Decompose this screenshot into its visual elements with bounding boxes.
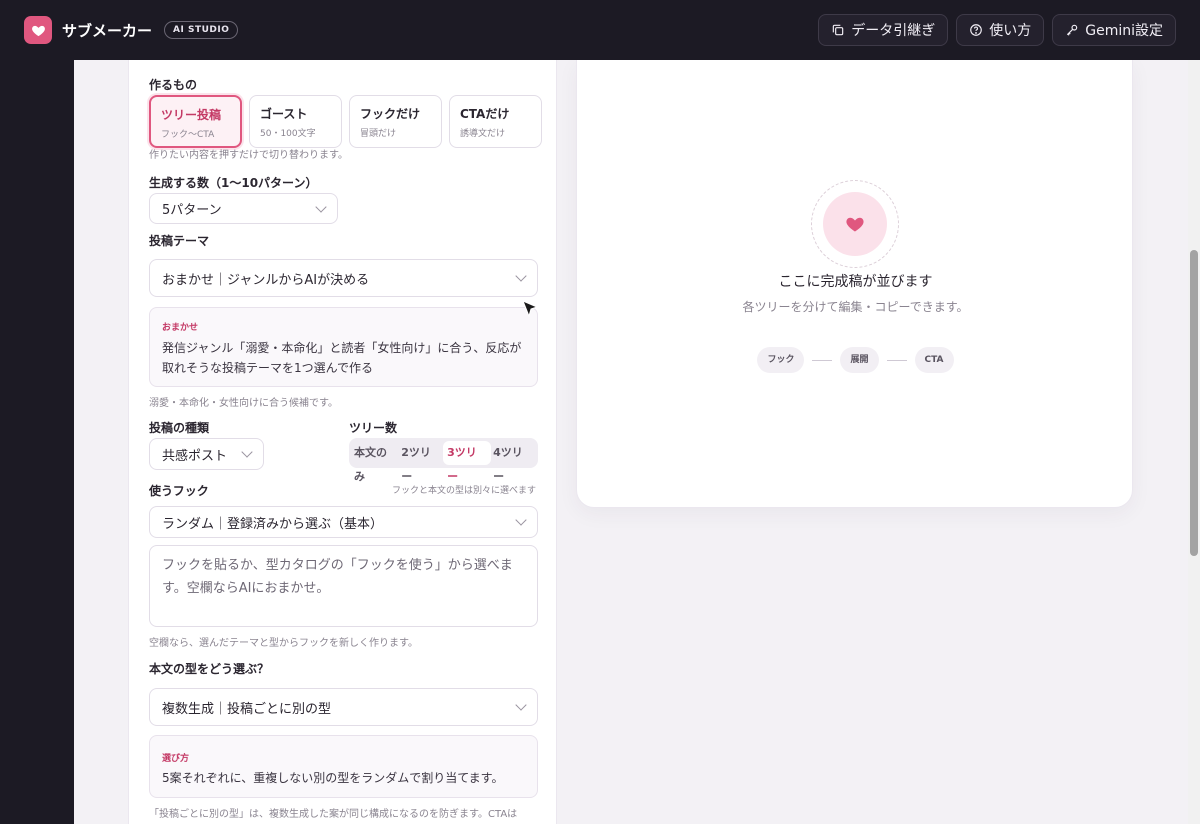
post-type-value: 共感ポスト: [162, 448, 228, 464]
chevron-down-icon: [515, 514, 527, 526]
step-cta: CTA: [914, 347, 954, 373]
step-connector: [886, 359, 907, 361]
scrollbar-thumb[interactable]: [1190, 250, 1198, 556]
count-value: 5パターン: [162, 203, 222, 218]
tree-option-2[interactable]: 2ツリー: [399, 441, 443, 483]
structure-steps: フック 展開 CTA: [577, 347, 1134, 373]
empty-state-subtitle: 各ツリーを分けて編集・コピーできます。: [742, 300, 969, 314]
make-type-selector: ツリー投稿 フック〜CTA ゴースト 50・100文字 フックだけ 冒頭だけ C…: [149, 95, 542, 148]
body-hint: 「投稿ごとに別の型」は、複数生成した案が同じ構成になるのを防ぎます。CTAは: [149, 809, 518, 820]
theme-label: 投稿テーマ: [149, 234, 210, 248]
body-type-select[interactable]: 複数生成｜投稿ごとに別の型: [149, 688, 538, 726]
theme-hint: 溺愛・本命化・女性向けに合う候補です。: [149, 398, 338, 409]
type-title: CTAだけ: [460, 107, 510, 121]
post-type-select[interactable]: 共感ポスト: [149, 438, 264, 470]
step-connector: [812, 359, 833, 361]
copy-icon: [832, 24, 844, 36]
app-name: サブメーカー: [62, 21, 153, 40]
studio-badge: AI STUDIO: [164, 21, 239, 39]
heart-icon: [846, 217, 864, 232]
heart-icon: [31, 25, 45, 36]
result-panel: ここに完成稿が並びます 各ツリーを分けて編集・コピーできます。 フック 展開 C…: [576, 60, 1133, 508]
top-bar: サブメーカー AI STUDIO データ引継ぎ 使い方 Gemini設定: [0, 0, 1200, 60]
empty-state-ring: [811, 180, 899, 268]
type-sub: フック〜CTA: [161, 130, 215, 140]
hook-label: 使うフック: [149, 484, 209, 498]
left-gutter: [0, 60, 74, 824]
hook-textarea[interactable]: フックを貼るか、型カタログの「フックを使う」から選べます。空欄ならAIにおまかせ…: [149, 545, 538, 627]
chevron-down-icon: [515, 699, 527, 711]
theme-info-box: おまかせ 発信ジャンル「溺愛・本命化」と読者「女性向け」に合う、反応が取れそうな…: [149, 307, 538, 387]
theme-info-tag: おまかせ: [162, 323, 199, 333]
tree-count-label: ツリー数: [349, 421, 398, 435]
how-to-button[interactable]: 使い方: [956, 14, 1045, 46]
body-type-info-box: 選び方 5案それぞれに、重複しない別の型をランダムで割り当てます。: [149, 735, 538, 798]
body-info-body: 5案それぞれに、重複しない別の型をランダムで割り当てます。: [162, 771, 504, 785]
type-title: ツリー投稿: [161, 108, 222, 122]
header-actions: データ引継ぎ 使い方 Gemini設定: [818, 14, 1176, 46]
type-tree-post[interactable]: ツリー投稿 フック〜CTA: [149, 95, 242, 148]
how-to-label: 使い方: [989, 23, 1032, 39]
gemini-settings-label: Gemini設定: [1085, 23, 1163, 39]
chevron-down-icon: [241, 446, 253, 458]
tree-option-body-only[interactable]: 本文のみ: [352, 441, 399, 483]
empty-state-title: ここに完成稿が並びます: [778, 274, 933, 290]
post-type-label: 投稿の種類: [149, 421, 210, 435]
chevron-down-icon: [515, 270, 527, 282]
type-hook-only[interactable]: フックだけ 冒頭だけ: [349, 95, 442, 148]
step-hook: フック: [757, 347, 805, 373]
type-title: フックだけ: [360, 107, 421, 121]
hook-select[interactable]: ランダム｜登録済みから選ぶ（基本）: [149, 506, 538, 538]
chevron-down-icon: [315, 200, 327, 213]
type-cta-only[interactable]: CTAだけ 誘導文だけ: [449, 95, 542, 148]
type-sub: 50・100文字: [260, 129, 316, 139]
type-title: ゴースト: [260, 107, 308, 121]
step-develop: 展開: [840, 347, 879, 373]
body-info-tag: 選び方: [162, 754, 190, 764]
page-scrollbar[interactable]: [1188, 60, 1200, 824]
hook-side-hint: フックと本文の型は別々に選べます: [391, 486, 536, 496]
theme-select[interactable]: おまかせ｜ジャンルからAIが決める: [149, 259, 538, 297]
help-circle-icon: [970, 24, 983, 36]
theme-value: おまかせ｜ジャンルからAIが決める: [162, 272, 370, 288]
tree-option-4[interactable]: 4ツリー: [491, 441, 535, 483]
hook-placeholder: フックを貼るか、型カタログの「フックを使う」から選べます。空欄ならAIにおまかせ…: [162, 558, 513, 596]
hook-value: ランダム｜登録済みから選ぶ（基本）: [162, 516, 384, 532]
make-hint: 作りたい内容を押すだけで切り替わります。: [149, 150, 348, 161]
data-transfer-button[interactable]: データ引継ぎ: [818, 14, 949, 46]
count-label: 生成する数（1〜10パターン）: [149, 176, 318, 190]
data-transfer-label: データ引継ぎ: [851, 23, 936, 39]
tree-count-selector: 本文のみ 2ツリー 3ツリー 4ツリー: [349, 438, 538, 483]
gemini-settings-button[interactable]: Gemini設定: [1052, 14, 1176, 46]
app-logo[interactable]: [24, 16, 52, 44]
generator-form: 作るもの ツリー投稿 フック〜CTA ゴースト 50・100文字 フックだけ 冒…: [128, 60, 557, 824]
tree-option-3[interactable]: 3ツリー: [443, 441, 492, 483]
type-ghost[interactable]: ゴースト 50・100文字: [249, 95, 342, 148]
type-sub: 誘導文だけ: [460, 129, 506, 139]
body-type-value: 複数生成｜投稿ごとに別の型: [162, 701, 332, 717]
hook-hint: 空欄なら、選んだテーマと型からフックを新しく作ります。: [149, 638, 418, 649]
theme-info-body: 発信ジャンル「溺愛・本命化」と読者「女性向け」に合う、反応が取れそうな投稿テーマ…: [162, 341, 522, 375]
type-sub: 冒頭だけ: [360, 129, 397, 139]
key-icon: [1067, 24, 1078, 36]
body-type-label: 本文の型をどう選ぶ？: [149, 662, 270, 676]
empty-state-badge: [823, 192, 887, 256]
count-select[interactable]: 5パターン: [149, 193, 338, 224]
mouse-cursor-icon: [522, 300, 538, 318]
make-label: 作るもの: [149, 78, 198, 92]
